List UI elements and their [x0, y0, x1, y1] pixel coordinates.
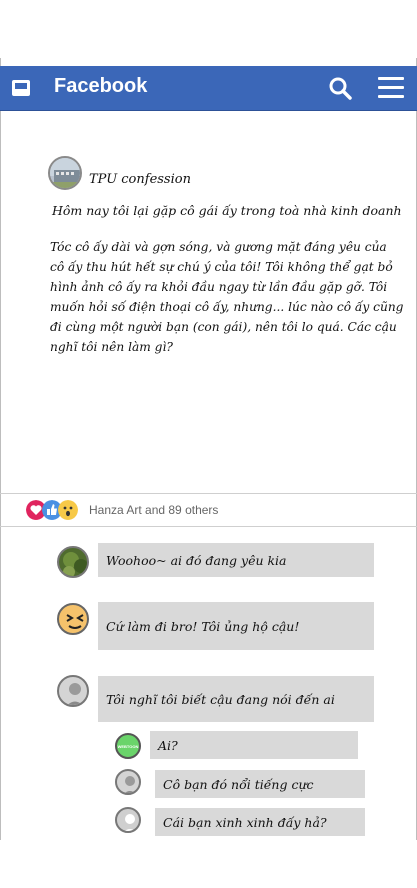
comment-text: Cứ làm đi bro! Tôi ủng hộ cậu!	[106, 618, 300, 634]
comment-text: Woohoo~ ai đó đang yêu kia	[106, 552, 287, 568]
reply-bubble: Ai?	[150, 731, 358, 759]
default-avatar[interactable]	[115, 807, 141, 833]
app-brand[interactable]: Facebook	[54, 75, 147, 98]
page-avatar[interactable]	[48, 156, 82, 190]
comment-bubble: Woohoo~ ai đó đang yêu kia	[98, 543, 374, 577]
page-name[interactable]: TPU confession	[89, 172, 191, 187]
menu-icon[interactable]	[378, 77, 404, 99]
comment-text: Tôi nghĩ tôi biết cậu đang nói đến ai	[106, 691, 335, 707]
wow-icon	[58, 500, 78, 520]
reply-bubble: Cô bạn đó nổi tiếng cực	[155, 770, 365, 798]
post-title: Hôm nay tôi lại gặp cô gái ấy trong toà …	[52, 203, 402, 218]
reply-text: Cô bạn đó nổi tiếng cực	[163, 776, 314, 792]
emoji-avatar[interactable]	[57, 603, 89, 635]
divider	[0, 493, 417, 494]
reactions-summary[interactable]: Hanza Art and 89 others	[89, 503, 218, 517]
person-avatar[interactable]	[57, 675, 89, 707]
reactions-icons[interactable]	[26, 500, 86, 520]
divider	[0, 526, 417, 527]
post-body: Tóc cô ấy dài và gợn sóng, và gương mặt …	[50, 240, 404, 354]
comment-bubble: Cứ làm đi bro! Tôi ủng hộ cậu!	[98, 602, 374, 650]
reply-bubble: Cái bạn xinh xinh đấy hả?	[155, 808, 365, 836]
top-bar: Facebook	[0, 66, 417, 111]
person-avatar[interactable]	[115, 769, 141, 795]
search-icon[interactable]	[328, 76, 352, 100]
plant-avatar[interactable]	[57, 546, 89, 578]
comment-bubble: Tôi nghĩ tôi biết cậu đang nói đến ai	[98, 676, 374, 722]
webtoon-avatar[interactable]: WEBTOON	[115, 733, 141, 759]
reply-text: Cái bạn xinh xinh đấy hả?	[163, 814, 327, 830]
window-icon[interactable]	[12, 80, 30, 96]
reply-text: Ai?	[158, 737, 178, 753]
